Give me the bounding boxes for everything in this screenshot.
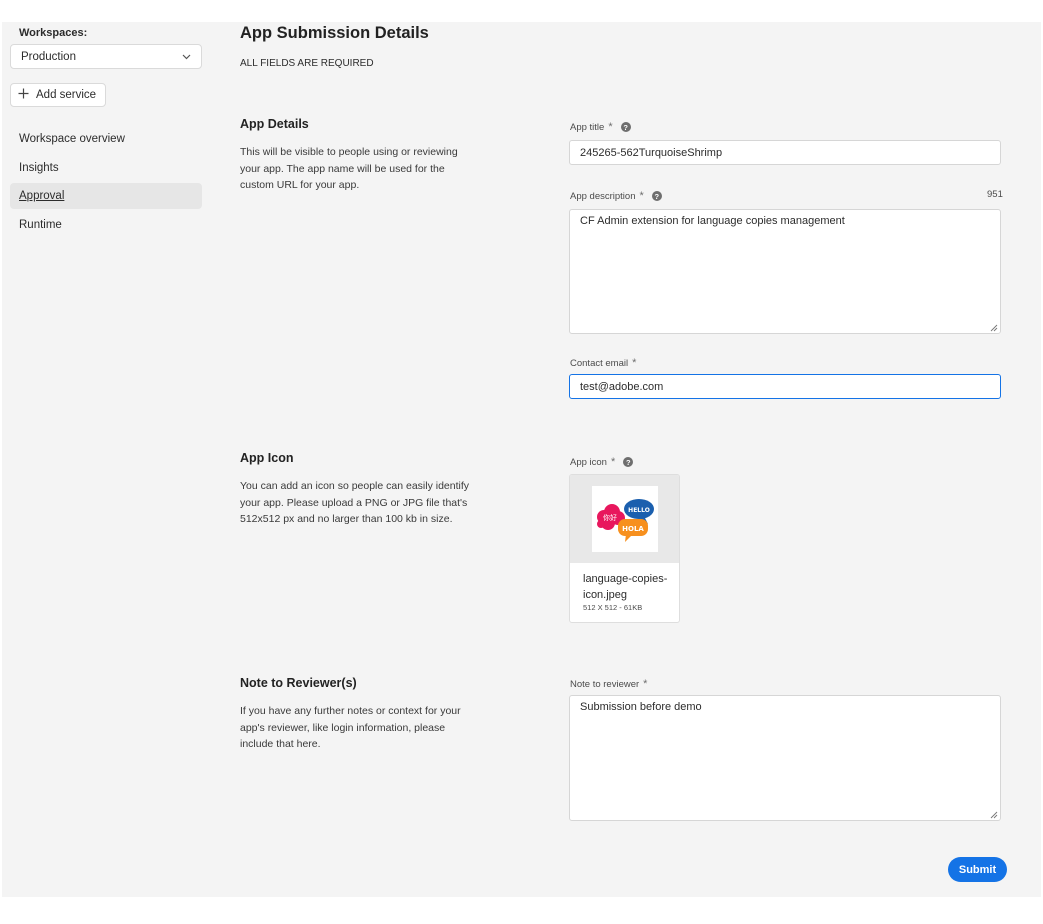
help-icon[interactable]: ?: [620, 122, 631, 132]
help-icon[interactable]: ?: [651, 191, 662, 201]
plus-icon: [18, 87, 29, 103]
page-subtitle: ALL FIELDS ARE REQUIRED: [240, 58, 374, 69]
sidebar-nav: Workspace overview Insights Approval Run…: [10, 126, 202, 240]
resize-handle-icon[interactable]: [990, 810, 998, 819]
orange-speech-bubble-icon: HOLA: [617, 519, 648, 542]
chevron-down-icon: [181, 52, 191, 62]
required-icon: *: [632, 357, 637, 369]
app-icon-image: 你好 HELLO HOLA: [591, 486, 658, 552]
app-icon-label: App icon * ?: [570, 456, 634, 468]
app-icon-description: You can add an icon so people can easily…: [240, 480, 470, 525]
app-icon-label-text: App icon: [570, 456, 607, 468]
sidebar-item-runtime[interactable]: Runtime: [10, 212, 202, 238]
help-icon[interactable]: ?: [623, 457, 634, 467]
required-icon: *: [608, 121, 613, 133]
add-service-button[interactable]: Add service: [10, 83, 107, 107]
workspace-select-value: Production: [21, 50, 76, 63]
app-description-textarea[interactable]: CF Admin extension for language copies m…: [569, 209, 1001, 334]
app-icon-preview: 你好 HELLO HOLA: [570, 475, 679, 563]
add-service-label: Add service: [36, 89, 97, 101]
workspace-select[interactable]: Production: [10, 44, 202, 69]
contact-email-label-text: Contact email: [570, 357, 629, 369]
workspaces-label: Workspaces:: [19, 27, 88, 39]
contact-email-label: Contact email *: [570, 357, 636, 369]
app-title-label: App title * ?: [570, 121, 631, 133]
app-description-value: CF Admin extension for language copies m…: [580, 215, 845, 227]
svg-text:HELLO: HELLO: [628, 507, 650, 514]
app-icon-file-name: language-copies-icon.jpeg: [583, 573, 668, 601]
required-icon: *: [643, 678, 648, 690]
note-to-reviewer-label: Note to reviewer *: [570, 678, 647, 690]
app-title-value: 245265-562TurquoiseShrimp: [580, 146, 723, 159]
app-icon-upload-card[interactable]: 你好 HELLO HOLA language-copies-icon.jpeg …: [569, 474, 680, 623]
app-details-heading: App Details: [240, 117, 309, 131]
note-to-reviewer-label-text: Note to reviewer: [570, 678, 640, 690]
note-to-reviewer-value: Submission before demo: [580, 701, 702, 713]
svg-text:你好: 你好: [603, 513, 617, 522]
app-description-label: App description * ?: [570, 190, 662, 202]
sidebar-item-workspace-overview[interactable]: Workspace overview: [10, 126, 202, 152]
sidebar-item-approval[interactable]: Approval: [10, 183, 202, 209]
sidebar-item-insights[interactable]: Insights: [10, 155, 202, 181]
app-title-input[interactable]: 245265-562TurquoiseShrimp: [569, 140, 1001, 165]
note-heading: Note to Reviewer(s): [240, 676, 357, 690]
submit-button[interactable]: Submit: [948, 857, 1007, 882]
description-char-counter: 951: [987, 189, 1003, 200]
contact-email-value: test@adobe.com: [580, 380, 664, 393]
required-icon: *: [610, 456, 616, 468]
app-icon-file-meta: 512 X 512 - 61KB: [583, 603, 643, 612]
page-title: App Submission Details: [240, 24, 429, 42]
resize-handle-icon[interactable]: [990, 323, 998, 332]
app-description-label-text: App description: [570, 190, 636, 202]
app-details-description: This will be visible to people using or …: [240, 146, 458, 191]
app-title-label-text: App title: [570, 121, 605, 133]
contact-email-input[interactable]: test@adobe.com: [569, 374, 1001, 399]
svg-text:HOLA: HOLA: [622, 525, 644, 533]
sidebar: Workspaces: Production Add service Works…: [2, 22, 212, 897]
note-to-reviewer-textarea[interactable]: Submission before demo: [569, 695, 1001, 821]
app-icon-heading: App Icon: [240, 451, 294, 465]
note-description: If you have any further notes or context…: [240, 705, 461, 750]
required-icon: *: [639, 190, 644, 202]
page-container: Workspaces: Production Add service Works…: [2, 22, 1041, 897]
